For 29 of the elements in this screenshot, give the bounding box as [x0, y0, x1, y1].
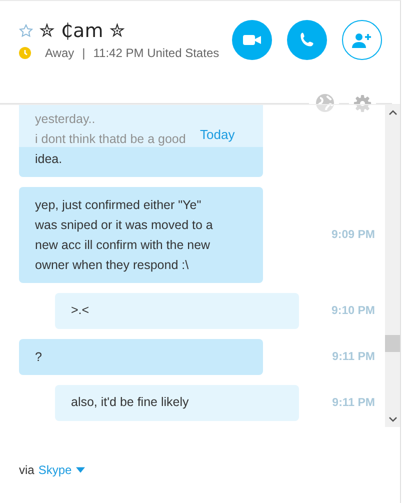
via-label: via	[19, 463, 34, 477]
message-bubble: ?	[19, 339, 263, 375]
message-bubble: also, it'd be fine likely	[55, 385, 299, 421]
favorite-star-icon[interactable]	[19, 24, 33, 38]
scroll-thumb[interactable]	[385, 335, 400, 352]
call-button[interactable]	[287, 20, 327, 60]
separator: |	[82, 46, 86, 60]
add-person-icon	[351, 31, 373, 49]
video-camera-icon	[242, 33, 262, 47]
phone-icon	[298, 31, 316, 49]
video-call-button[interactable]	[232, 20, 272, 60]
local-time: 11:42 PM United States	[93, 46, 220, 60]
service-dropdown[interactable]: Skype	[38, 463, 85, 477]
date-divider: Today	[200, 127, 235, 142]
contact-name: ✮ ₵am ✮	[39, 20, 126, 42]
add-contact-button[interactable]	[342, 20, 382, 60]
message-time: 9:09 PM	[330, 229, 375, 241]
scrollbar[interactable]	[385, 105, 400, 427]
message-time: 9:10 PM	[330, 305, 375, 317]
message-bubble: yep, just confirmed either "Ye" was sniped or it was moved to a new acc ill confirm with the new owner when they respond :\	[19, 187, 263, 283]
chevron-up-icon[interactable]	[388, 110, 396, 115]
contact-status: Away	[45, 46, 74, 60]
message-time: 9:11 PM	[331, 397, 375, 409]
globe-icon[interactable]	[315, 93, 335, 113]
clock-icon	[19, 47, 31, 59]
chevron-down-icon[interactable]	[388, 417, 396, 422]
message-bubble: >.<	[55, 293, 299, 329]
caret-icon	[76, 467, 85, 473]
message-time: 9:11 PM	[331, 351, 375, 363]
